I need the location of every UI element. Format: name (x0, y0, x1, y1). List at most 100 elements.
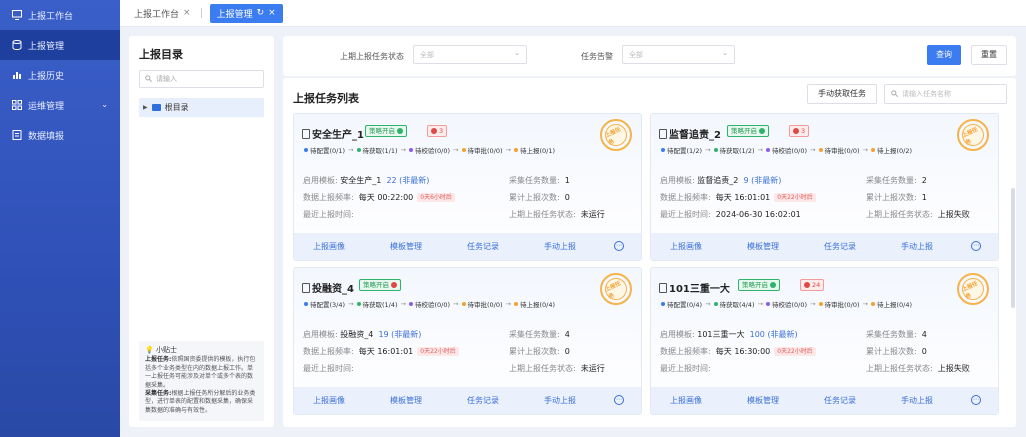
sidebar-item-workbench[interactable]: 上报工作台 (0, 0, 120, 30)
policy-badge: 策略开启 (365, 125, 407, 137)
search-icon (145, 74, 152, 84)
manual-report-link[interactable]: 手动上报 (544, 395, 576, 406)
step-label: 待获取(1/1) (362, 147, 398, 155)
arrow-right-icon: → (505, 300, 511, 308)
arrow-right-icon: → (810, 300, 816, 308)
step-label: 待配置(1/2) (667, 147, 703, 155)
portrait-link[interactable]: 上报画像 (313, 395, 345, 406)
scrollbar[interactable] (1011, 188, 1015, 308)
template-mgmt-link[interactable]: 模板管理 (390, 241, 422, 252)
tree-node-root[interactable]: ▶ 根目录 (139, 98, 264, 117)
task-list-panel: 上报任务列表 手动获取任务 请输入任务名称 安全生产_1 策略开启 3 待配置(… (283, 78, 1016, 427)
step-label: 待获取(4/4) (719, 301, 755, 309)
check-icon (759, 128, 765, 134)
task-steps: 待配置(3/4) → 待获取(1/4) → 待校验(0/0) → 待审批(0/0) → 待上报(… (304, 299, 555, 309)
task-records-link[interactable]: 任务记录 (824, 395, 856, 406)
arrow-right-icon: → (862, 146, 868, 154)
task-card: 监督追责_2 策略开启 3 待配置(1/2) → 待获取(1/2) → 待校验(0/0)… (650, 113, 999, 261)
chevron-down-icon: ⌄ (101, 100, 108, 109)
template-version-link[interactable]: 100 (非最新) (750, 329, 798, 340)
alarm-badge[interactable]: 3 (789, 125, 810, 137)
sidebar-item-report-mgmt[interactable]: 上报管理 (0, 30, 120, 60)
alert-icon (804, 282, 810, 288)
step-label: 待校验(0/0) (415, 301, 451, 309)
alert-filter-select[interactable]: 全部 ⌄ (622, 45, 735, 64)
status-dot (304, 148, 308, 152)
sidebar-item-ops[interactable]: 运维管理 ⌄ (0, 90, 120, 120)
refresh-icon[interactable]: ↻ (257, 8, 265, 18)
step-label: 待上报(0/1) (520, 147, 556, 155)
more-icon[interactable]: ⋯ (614, 241, 624, 251)
template-version-link[interactable]: 22 (非最新) (386, 175, 429, 186)
task-records-link[interactable]: 任务记录 (824, 241, 856, 252)
template-mgmt-link[interactable]: 模板管理 (747, 241, 779, 252)
caret-right-icon[interactable]: ▶ (143, 104, 148, 111)
tab-report-mgmt[interactable]: 上报管理 ↻ × (209, 3, 283, 23)
manual-report-link[interactable]: 手动上报 (901, 241, 933, 252)
close-icon[interactable]: × (183, 8, 191, 18)
status-dot (514, 148, 518, 152)
policy-badge: 策略开启 (738, 279, 780, 291)
task-records-link[interactable]: 任务记录 (467, 241, 499, 252)
template-mgmt-link[interactable]: 模板管理 (390, 395, 422, 406)
status-dot (871, 302, 875, 306)
alarm-badge[interactable]: 3 (427, 125, 448, 137)
report-task-stamp: 上报任务 (600, 119, 632, 151)
reset-button[interactable]: 重置 (971, 45, 1007, 65)
tips-title: 💡 小贴士 (145, 346, 177, 354)
template-version-link[interactable]: 19 (非最新) (378, 329, 421, 340)
alert-filter-label: 任务告警 (581, 52, 613, 61)
alarm-badge[interactable]: 24 (800, 279, 825, 291)
next-run-badge: 0天22小时后 (417, 347, 459, 356)
more-icon[interactable]: ⋯ (971, 241, 981, 251)
portrait-link[interactable]: 上报画像 (670, 395, 702, 406)
task-name[interactable]: 投融资_4 (302, 280, 354, 295)
sidebar-item-history[interactable]: 上报历史 (0, 60, 120, 90)
tab-workbench[interactable]: 上报工作台 × (130, 4, 195, 23)
task-card: 安全生产_1 策略开启 3 待配置(0/1) → 待获取(1/1) → 待校验(0/0)… (293, 113, 642, 261)
status-dot (304, 302, 308, 306)
status-dot (356, 148, 361, 152)
portrait-link[interactable]: 上报画像 (313, 241, 345, 252)
task-card: 投融资_4 策略开启 待配置(3/4) → 待获取(1/4) → 待校验(0/0) → 待审… (293, 267, 642, 415)
close-icon[interactable]: × (268, 8, 276, 18)
task-name[interactable]: 101三重一大 (659, 280, 730, 295)
chevron-down-icon: ⌄ (722, 49, 728, 57)
sidebar-item-label: 上报工作台 (28, 11, 74, 22)
arrow-right-icon: → (348, 146, 354, 154)
fetch-tasks-button[interactable]: 手动获取任务 (807, 84, 877, 104)
sidebar-item-label: 上报历史 (28, 71, 65, 82)
task-steps: 待配置(0/1) → 待获取(1/1) → 待校验(0/0) → 待审批(0/0) → 待上报(… (304, 145, 555, 155)
bar-chart-icon (11, 70, 22, 81)
template-value: 安全生产_1 (340, 176, 382, 185)
report-task-stamp: 上报任务 (600, 273, 632, 305)
task-steps: 待配置(1/2) → 待获取(1/2) → 待校验(0/0) → 待审批(0/0) → 待上报(… (661, 145, 912, 155)
task-name[interactable]: 安全生产_1 (302, 126, 364, 141)
document-icon (659, 128, 667, 139)
manual-report-link[interactable]: 手动上报 (901, 395, 933, 406)
step-label: 待校验(0/0) (772, 147, 808, 155)
step-label: 待获取(1/4) (362, 301, 398, 309)
sidebar-item-data-entry[interactable]: 数据填报 (0, 120, 120, 150)
arrow-right-icon: → (757, 146, 763, 154)
task-records-link[interactable]: 任务记录 (467, 395, 499, 406)
arrow-right-icon: → (705, 300, 711, 308)
query-button[interactable]: 查询 (927, 45, 961, 65)
template-mgmt-link[interactable]: 模板管理 (747, 395, 779, 406)
more-icon[interactable]: ⋯ (614, 395, 624, 405)
arrow-right-icon: → (862, 300, 868, 308)
portrait-link[interactable]: 上报画像 (670, 241, 702, 252)
status-filter-select[interactable]: 全部 ⌄ (413, 45, 527, 64)
check-icon (397, 128, 403, 134)
more-icon[interactable]: ⋯ (971, 395, 981, 405)
card-actions: 上报画像 模板管理 任务记录 手动上报 ⋯ (651, 387, 998, 414)
document-icon (302, 128, 310, 139)
task-name[interactable]: 监督追责_2 (659, 126, 721, 141)
status-dot (871, 148, 875, 152)
manual-report-link[interactable]: 手动上报 (544, 241, 576, 252)
template-version-link[interactable]: 9 (非最新) (743, 175, 781, 186)
check-icon (770, 282, 776, 288)
arrow-right-icon: → (810, 146, 816, 154)
task-search-input[interactable]: 请输入任务名称 (884, 84, 1007, 104)
catalog-search-input[interactable]: 请输入 (139, 70, 264, 88)
